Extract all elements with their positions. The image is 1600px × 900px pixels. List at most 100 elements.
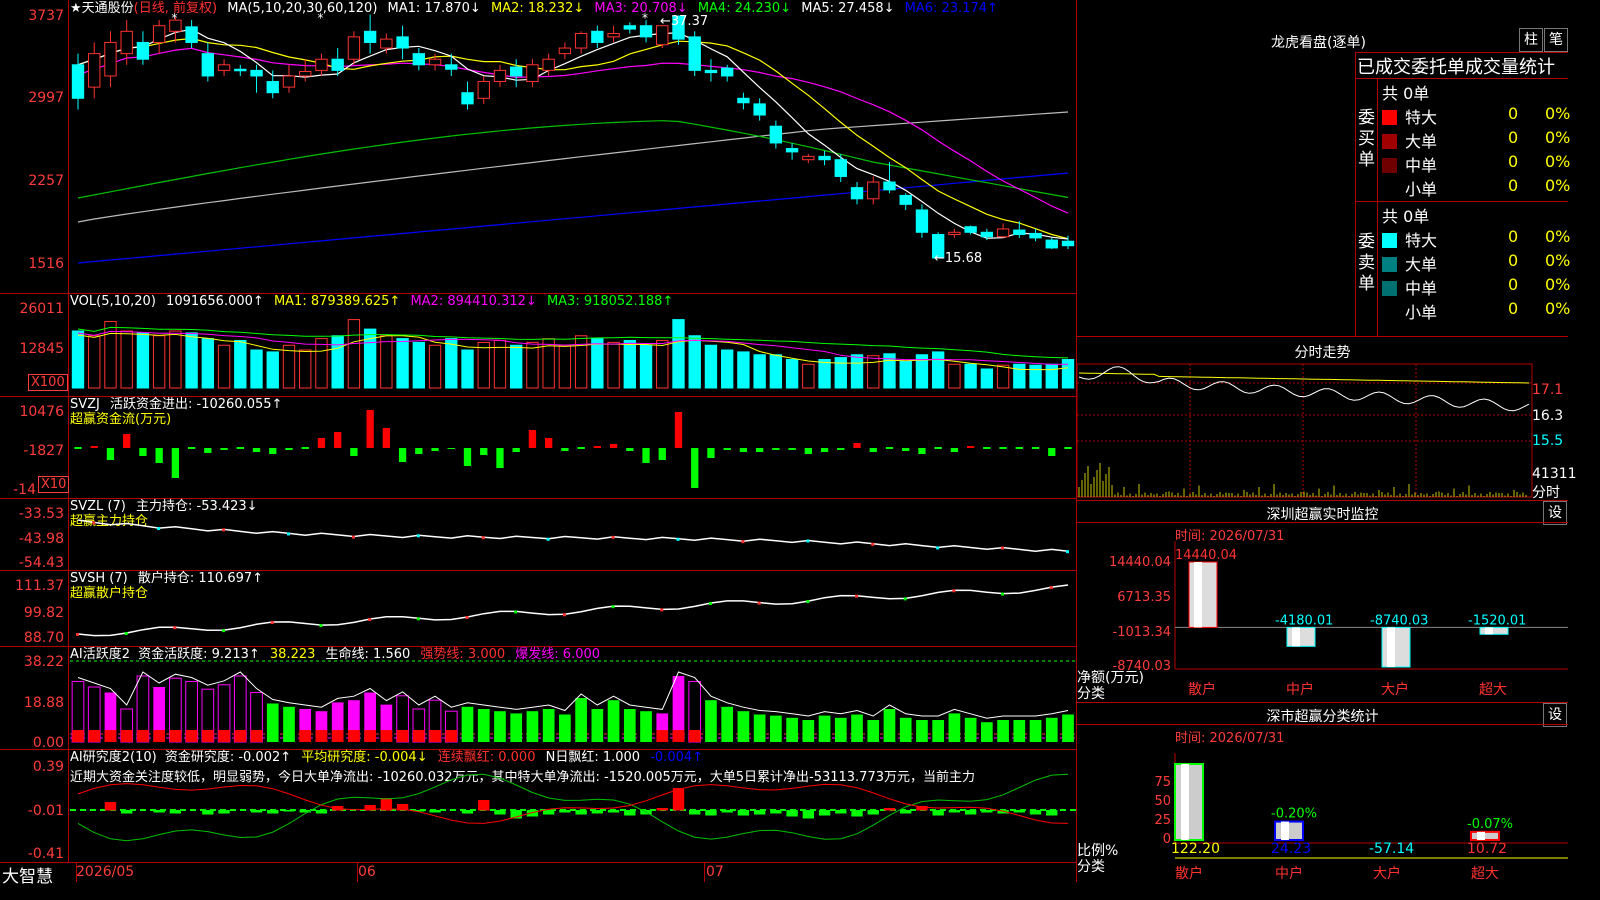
monitor-bar (1286, 626, 1316, 647)
high-price-label: ←37.37 (660, 14, 709, 29)
lhb-divider (1377, 78, 1378, 336)
activity-bar (640, 711, 652, 742)
class-bar-chart[interactable]: 122.20 散户 -0.20% 24.23 中户 -57.14 大户 -0.07% 10.72… (1077, 703, 1568, 882)
monitor-bar-highlight (1194, 562, 1202, 628)
flow-bar (431, 448, 439, 451)
holding-tick (611, 605, 615, 609)
volume-bar (867, 355, 880, 389)
activity-bar-base (234, 730, 247, 742)
fund-flow-chart[interactable] (0, 396, 1076, 498)
right-panel[interactable]: 龙虎看盘(逐单) 柱 笔 已成交委托单成交量统计 委买单 共 0单 特大 0 0% 大… (1076, 0, 1577, 882)
class-bar-highlight (1477, 831, 1485, 840)
retail-holding-chart[interactable] (0, 570, 1076, 646)
flow-bar (642, 448, 650, 463)
tick-mode-button[interactable]: 笔 (1544, 28, 1568, 52)
activity-bar (623, 709, 636, 742)
sell-row: 小单 0 0% (1382, 299, 1570, 323)
monitor-bar-value: -4180.01 (1275, 613, 1333, 628)
candle (623, 25, 636, 30)
candle (331, 58, 344, 71)
buy-side-label: 委买单 (1358, 108, 1375, 170)
intraday-unit: 分时 (1532, 485, 1560, 501)
buy-pct: 0% (1545, 152, 1571, 171)
monitor-section[interactable]: 深圳超赢实时监控 设 时间: 2026/07/31 14440.04 6713.… (1077, 501, 1568, 702)
activity-bar (964, 717, 977, 742)
x-tick (76, 862, 77, 882)
candle (753, 103, 766, 116)
holding-tick (1001, 592, 1005, 596)
activity-bar (575, 698, 587, 742)
volume-bar (931, 351, 945, 389)
holding-tick (173, 626, 177, 630)
sell-row: 大单 0 0% (1382, 251, 1570, 275)
intraday-avg-line (1078, 372, 1530, 384)
candle (1013, 229, 1026, 236)
buy-pct: 0% (1545, 176, 1571, 195)
intraday-chart[interactable] (1076, 337, 1568, 500)
intraday-section[interactable]: 分时走势 17.1 16.3 15.5 41311 分时 (1076, 337, 1577, 501)
bar-mode-button[interactable]: 柱 (1519, 28, 1543, 52)
activity-bar (818, 715, 831, 742)
intraday-frame (1076, 363, 1533, 498)
activity-chart[interactable] (0, 646, 1076, 749)
flow-bar (950, 448, 959, 452)
activity-bar-base (120, 730, 133, 742)
candle (1061, 240, 1075, 247)
activity-bar (786, 717, 798, 742)
activity-bar-base (672, 730, 685, 742)
volume-bar (948, 363, 961, 389)
sell-type: 小单 (1405, 303, 1438, 322)
volume-bar (704, 344, 718, 389)
flow-bar (220, 448, 228, 450)
activity-bar-base (331, 730, 344, 742)
volume-bar (721, 349, 734, 389)
candle (104, 41, 117, 77)
flow-bar (869, 448, 877, 452)
holding-tick (222, 528, 226, 532)
buy-type: 大单 (1405, 132, 1438, 151)
research-bar (1029, 810, 1042, 815)
research-bar (672, 788, 685, 811)
lhb-section: 龙虎看盘(逐单) 柱 笔 已成交委托单成交量统计 委买单 共 0单 特大 0 0% 大… (1077, 0, 1571, 336)
candle (217, 64, 231, 71)
flow-bar (317, 438, 326, 448)
volume-bar (396, 338, 409, 389)
volume-bar (234, 340, 247, 389)
activity-bar (1029, 720, 1042, 742)
volume-bar (445, 338, 458, 389)
research-bar (802, 810, 815, 819)
holding-tick (952, 589, 956, 593)
volume-bar (753, 354, 766, 389)
class-section[interactable]: 深市超赢分类统计 设 时间: 2026/07/31 75 50 25 0 比例%… (1077, 703, 1568, 882)
monitor-bar-chart[interactable]: 14440.04 散户 -4180.01 中户 -8740.03 大户 -1520.01 超大 (1077, 501, 1568, 701)
flow-bar (90, 446, 98, 448)
main-holding-chart[interactable] (0, 498, 1076, 570)
sell-count: 0 (1508, 299, 1519, 318)
activity-bar (802, 720, 815, 742)
candlestick-chart[interactable]: * * * (0, 0, 1076, 293)
marker-star-icon: * (171, 11, 177, 25)
volume-bar (88, 335, 101, 389)
volume-bar (299, 349, 312, 389)
activity-bar (266, 703, 279, 742)
activity-bar (1013, 720, 1026, 742)
buy-count: 0 (1508, 104, 1519, 123)
flow-bar (398, 448, 407, 462)
flow-bar (301, 447, 309, 449)
activity-bar (834, 717, 847, 742)
research-bar (753, 810, 766, 815)
candle (510, 66, 523, 77)
left-chart-area[interactable]: 3737 2997 2257 1516 ★天通股份(日线, 前复权) MA(5,… (0, 0, 1076, 887)
activity-bar (283, 706, 295, 742)
monitor-category: 大户 (1381, 681, 1409, 698)
research-chart[interactable] (0, 749, 1076, 862)
color-swatch-icon (1382, 134, 1397, 149)
intraday-price-line (1078, 366, 1530, 412)
flow-bar (999, 447, 1007, 449)
volume-bar (526, 341, 539, 389)
research-bar (624, 810, 636, 816)
volume-chart[interactable] (0, 293, 1076, 396)
candle (88, 53, 101, 88)
monitor-bar-highlight (1485, 627, 1493, 635)
volume-bar (802, 363, 815, 389)
